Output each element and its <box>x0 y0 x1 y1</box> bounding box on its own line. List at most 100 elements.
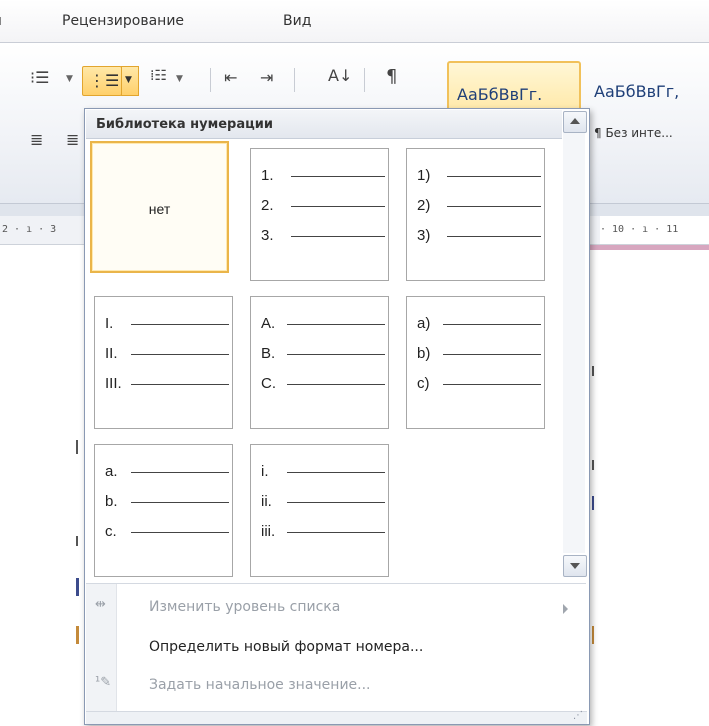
numbering-library-menu: Библиотека нумерации нет 1. 2. 3. 1) 2) … <box>84 108 590 725</box>
tile-line <box>131 324 229 325</box>
numbering-none-tile[interactable]: нет <box>90 141 229 273</box>
menu-resize-grip[interactable]: ⋰ <box>86 710 587 724</box>
tile-line <box>287 502 385 503</box>
text-mark <box>592 460 594 470</box>
numbering-tile-alpha-upper[interactable]: A. B. C. <box>250 296 389 429</box>
tile-number-label: b. <box>105 493 118 510</box>
tile-number-label: II. <box>105 345 118 362</box>
numbering-tile-decimal-paren[interactable]: 1) 2) 3) <box>406 148 545 281</box>
divider <box>210 68 211 92</box>
gallery-scroll-down-button[interactable] <box>563 555 587 577</box>
tile-number-label: c. <box>105 523 117 540</box>
tile-number-label: c) <box>417 375 430 392</box>
numbering-tile-alpha-lower-dot[interactable]: a. b. c. <box>94 444 233 577</box>
bullets-icon[interactable]: ⁝☰ <box>30 68 49 87</box>
numbering-icon: ⋮☰ <box>89 71 120 90</box>
tile-line <box>291 206 385 207</box>
style-sample: АаБбВвГг. <box>457 85 543 104</box>
text-mark <box>592 496 594 510</box>
divider <box>364 68 365 92</box>
tab-edge: ı <box>0 13 2 29</box>
divider <box>294 68 295 92</box>
ruler-right-marks: · 10 · ı · 11 <box>600 224 679 235</box>
tile-line <box>291 176 385 177</box>
chevron-down-icon[interactable]: ▼ <box>66 74 73 84</box>
tile-line <box>443 384 541 385</box>
text-mark <box>592 626 594 644</box>
numbering-tile-roman-upper[interactable]: I. II. III. <box>94 296 233 429</box>
tile-number-label: 3) <box>417 227 431 244</box>
align-left-icon[interactable]: ≣ <box>30 130 43 149</box>
tile-number-label: A. <box>261 315 276 332</box>
tile-line <box>287 324 385 325</box>
change-list-level-icon: ⇹ <box>95 597 106 612</box>
tile-line <box>131 472 229 473</box>
tile-number-label: I. <box>105 315 114 332</box>
tile-line <box>287 532 385 533</box>
numbering-none-label: нет <box>148 201 171 217</box>
tile-number-label: i. <box>261 463 269 480</box>
text-cursor-mark <box>76 536 78 546</box>
text-mark <box>76 626 79 644</box>
decrease-indent-icon[interactable]: ⇤ <box>224 68 237 87</box>
numbering-library-title: Библиотека нумерации <box>96 117 273 132</box>
resize-grip-icon: ⋰ <box>573 710 583 721</box>
ribbon-tab-bar: ı Рецензирование Вид <box>0 0 709 43</box>
sort-icon[interactable]: A↓ <box>328 66 352 85</box>
chevron-down-icon[interactable]: ▼ <box>176 74 183 84</box>
gallery-scroll-up-button[interactable] <box>563 111 587 133</box>
multilevel-list-icon[interactable]: ⁞☷ <box>150 68 167 84</box>
text-mark <box>76 578 79 596</box>
tile-number-label: B. <box>261 345 276 362</box>
define-new-number-format-item[interactable]: Определить новый формат номера... <box>149 639 423 655</box>
chevron-down-icon: ▼ <box>125 75 132 85</box>
set-numbering-value-icon: ¹✎ <box>95 675 112 690</box>
tile-number-label: III. <box>105 375 122 392</box>
tile-number-label: a) <box>417 315 431 332</box>
chevron-down-icon <box>570 563 580 569</box>
tile-number-label: 1) <box>417 167 431 184</box>
tile-line <box>443 324 541 325</box>
chevron-up-icon <box>570 118 580 124</box>
show-marks-icon[interactable]: ¶ <box>386 66 397 87</box>
style-no-spacing-name[interactable]: ¶ Без инте... <box>594 126 673 140</box>
style-no-spacing-sample[interactable]: АаБбВвГг, <box>594 82 679 101</box>
tile-number-label: ii. <box>261 493 272 510</box>
menu-header: Библиотека нумерации <box>86 110 562 139</box>
tile-line <box>131 502 229 503</box>
numbering-tile-roman-lower[interactable]: i. ii. iii. <box>250 444 389 577</box>
tab-view[interactable]: Вид <box>283 13 311 29</box>
tile-line <box>287 354 385 355</box>
gallery-scrollbar-track[interactable] <box>563 133 585 553</box>
tile-number-label: a. <box>105 463 118 480</box>
submenu-arrow-icon <box>563 604 568 614</box>
tile-number-label: 1. <box>261 167 274 184</box>
page-edge-accent <box>590 245 709 250</box>
text-cursor-mark <box>76 440 78 454</box>
tile-number-label: 2. <box>261 197 274 214</box>
tile-line <box>287 472 385 473</box>
tile-line <box>447 206 541 207</box>
tile-number-label: C. <box>261 375 276 392</box>
tile-line <box>447 236 541 237</box>
tile-number-label: b) <box>417 345 431 362</box>
tile-line <box>287 384 385 385</box>
tile-number-label: iii. <box>261 523 276 540</box>
numbering-button[interactable]: ⋮☰ <box>82 66 122 96</box>
ruler-left-marks: 2 · ı · 3 <box>2 224 57 235</box>
tile-number-label: 2) <box>417 197 431 214</box>
tile-line <box>447 176 541 177</box>
tile-line <box>443 354 541 355</box>
tab-review[interactable]: Рецензирование <box>62 13 184 29</box>
change-list-level-item[interactable]: Изменить уровень списка <box>149 599 340 615</box>
numbering-tile-decimal-dot[interactable]: 1. 2. 3. <box>250 148 389 281</box>
numbering-dropdown-button[interactable]: ▼ <box>121 66 139 96</box>
tile-line <box>291 236 385 237</box>
increase-indent-icon[interactable]: ⇥ <box>260 68 273 87</box>
tile-line <box>131 354 229 355</box>
align-center-icon[interactable]: ≣ <box>66 130 79 149</box>
set-numbering-value-item[interactable]: Задать начальное значение... <box>149 677 371 693</box>
tile-line <box>131 384 229 385</box>
menu-divider <box>86 583 586 584</box>
numbering-tile-alpha-lower-paren[interactable]: a) b) c) <box>406 296 545 429</box>
